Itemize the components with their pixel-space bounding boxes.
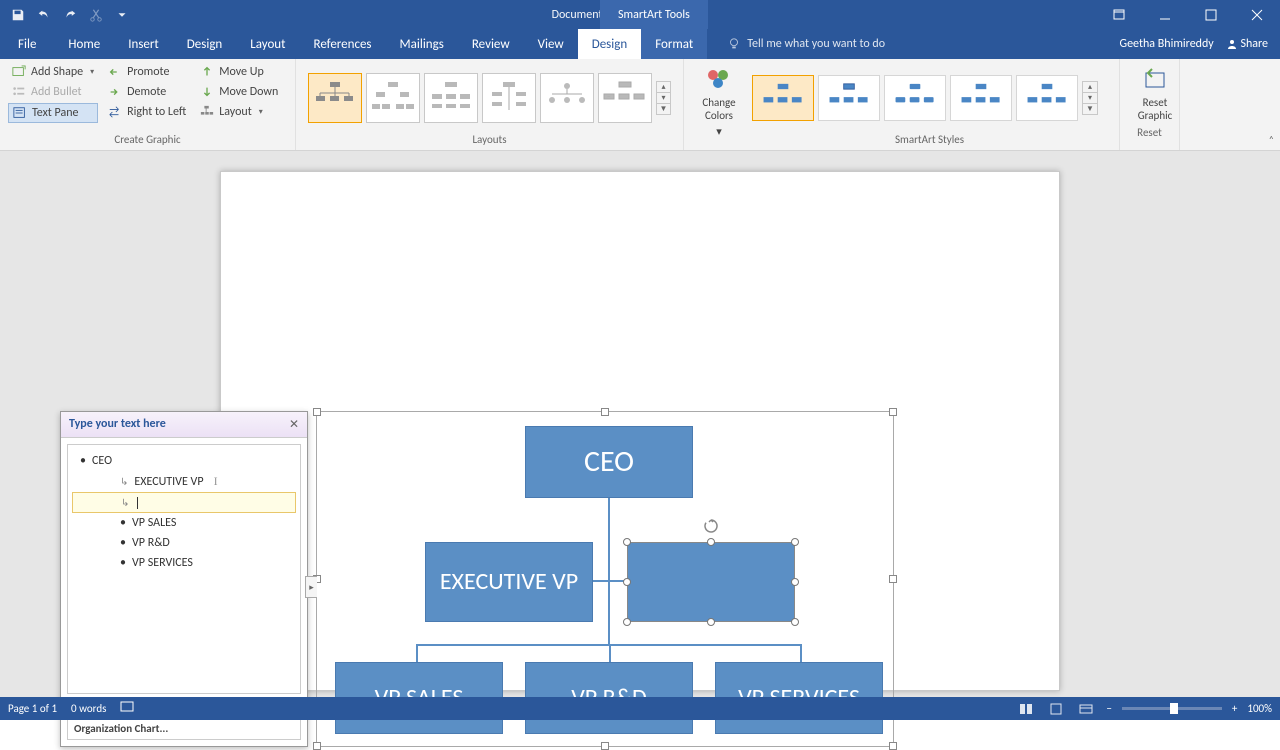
group-label-styles: SmartArt Styles bbox=[748, 133, 1111, 148]
resize-handle[interactable] bbox=[601, 742, 609, 750]
move-down-button[interactable]: Move Down bbox=[196, 83, 282, 101]
layout-thumb-3[interactable] bbox=[424, 73, 478, 123]
group-label-reset: Reset bbox=[1128, 126, 1171, 141]
text-pane-item[interactable]: ↳EXECUTIVE VPI bbox=[72, 471, 296, 492]
text-pane-title: Type your text here bbox=[69, 417, 166, 432]
account-name[interactable]: Geetha Bhimireddy bbox=[1120, 37, 1214, 51]
move-up-button[interactable]: Move Up bbox=[196, 63, 282, 81]
undo-icon[interactable] bbox=[32, 3, 56, 27]
tab-insert[interactable]: Insert bbox=[114, 29, 173, 59]
text-pane-close-icon[interactable]: ✕ bbox=[289, 417, 299, 432]
status-page[interactable]: Page 1 of 1 bbox=[8, 702, 57, 715]
resize-handle[interactable] bbox=[313, 742, 321, 750]
smartart-node-exec-vp[interactable]: EXECUTIVE VP bbox=[425, 542, 593, 622]
view-read-mode-icon[interactable] bbox=[1016, 701, 1036, 717]
text-pane-toggle-icon[interactable]: ▸ bbox=[305, 576, 317, 598]
group-label-layouts: Layouts bbox=[304, 133, 675, 148]
text-pane-list[interactable]: •CEO ↳EXECUTIVE VPI ↳ •VP SALES •VP R&D … bbox=[67, 444, 301, 694]
add-bullet-button: Add Bullet bbox=[8, 83, 98, 101]
promote-button[interactable]: Promote bbox=[104, 63, 190, 81]
zoom-in-icon[interactable]: + bbox=[1232, 702, 1237, 715]
resize-handle[interactable] bbox=[601, 408, 609, 416]
tab-smartart-design[interactable]: Design bbox=[578, 29, 641, 59]
layout-dropdown[interactable]: Layout▾ bbox=[196, 103, 282, 121]
status-words[interactable]: 0 words bbox=[71, 702, 106, 715]
tab-references[interactable]: References bbox=[300, 29, 386, 59]
resize-handle[interactable] bbox=[889, 575, 897, 583]
layout-thumb-5[interactable] bbox=[540, 73, 594, 123]
quick-access-toolbar bbox=[0, 3, 140, 27]
ribbon-tabs: File Home Insert Design Layout Reference… bbox=[0, 29, 1280, 59]
tab-review[interactable]: Review bbox=[458, 29, 524, 59]
smartart-node-ceo[interactable]: CEO bbox=[525, 426, 693, 498]
reset-graphic-button[interactable]: Reset Graphic bbox=[1128, 63, 1182, 126]
layout-thumb-6[interactable]: — bbox=[598, 73, 652, 123]
save-icon[interactable] bbox=[6, 3, 30, 27]
cut-icon[interactable] bbox=[84, 3, 108, 27]
close-icon[interactable] bbox=[1234, 0, 1280, 29]
right-to-left-button[interactable]: Right to Left bbox=[104, 103, 190, 121]
text-pane-item[interactable]: •VP R&D bbox=[72, 533, 296, 553]
tab-file[interactable]: File bbox=[0, 29, 54, 59]
title-bar: Document1 - Word SmartArt Tools bbox=[0, 0, 1280, 29]
style-thumb-1[interactable] bbox=[752, 75, 814, 121]
ribbon-display-options-icon[interactable] bbox=[1096, 0, 1142, 29]
tell-me-search[interactable]: Tell me what you want to do bbox=[707, 29, 1107, 59]
resize-handle[interactable] bbox=[889, 742, 897, 750]
resize-handle[interactable] bbox=[889, 408, 897, 416]
zoom-level[interactable]: 100% bbox=[1247, 702, 1272, 715]
tab-view[interactable]: View bbox=[524, 29, 578, 59]
view-web-layout-icon[interactable] bbox=[1076, 701, 1096, 717]
status-bar: Page 1 of 1 0 words − + 100% bbox=[0, 697, 1280, 720]
document-area: Type your text here ✕ •CEO ↳EXECUTIVE VP… bbox=[0, 151, 1280, 697]
layout-thumb-2[interactable] bbox=[366, 73, 420, 123]
tab-mailings[interactable]: Mailings bbox=[386, 29, 458, 59]
text-pane-item[interactable]: •VP SERVICES bbox=[72, 553, 296, 573]
tab-home[interactable]: Home bbox=[54, 29, 114, 59]
style-thumb-5[interactable] bbox=[1016, 75, 1078, 121]
change-colors-button[interactable]: Change Colors▾ bbox=[692, 63, 746, 142]
tab-smartart-format[interactable]: Format bbox=[641, 29, 707, 59]
text-pane-item[interactable]: •VP SALES bbox=[72, 513, 296, 533]
tab-design[interactable]: Design bbox=[173, 29, 236, 59]
tab-layout[interactable]: Layout bbox=[236, 29, 299, 59]
view-print-layout-icon[interactable] bbox=[1046, 701, 1066, 717]
ribbon: Add Shape▾ Add Bullet Text Pane Promote … bbox=[0, 59, 1280, 151]
text-pane-button[interactable]: Text Pane bbox=[8, 103, 98, 123]
smartart-node-selected-empty[interactable] bbox=[627, 542, 795, 622]
svg-text:—: — bbox=[607, 95, 611, 100]
share-button[interactable]: Share bbox=[1226, 37, 1268, 51]
layout-thumb-4[interactable] bbox=[482, 73, 536, 123]
group-label-create-graphic: Create Graphic bbox=[8, 133, 287, 148]
layouts-gallery-scroll[interactable]: ▴▾▼ bbox=[656, 81, 671, 115]
status-proofing-icon[interactable] bbox=[120, 701, 134, 716]
zoom-out-icon[interactable]: − bbox=[1106, 702, 1111, 715]
text-pane-item[interactable]: •CEO bbox=[72, 451, 296, 471]
customize-qat-icon[interactable] bbox=[110, 3, 134, 27]
style-thumb-3[interactable] bbox=[884, 75, 946, 121]
resize-handle[interactable] bbox=[313, 408, 321, 416]
zoom-slider[interactable] bbox=[1122, 707, 1222, 710]
maximize-icon[interactable] bbox=[1188, 0, 1234, 29]
style-thumb-2[interactable] bbox=[818, 75, 880, 121]
style-thumb-4[interactable] bbox=[950, 75, 1012, 121]
smartart-tools-label: SmartArt Tools bbox=[600, 0, 708, 29]
styles-gallery-scroll[interactable]: ▴▾▼ bbox=[1082, 81, 1098, 115]
text-pane-item-editing[interactable]: ↳ bbox=[72, 492, 296, 513]
demote-button[interactable]: Demote bbox=[104, 83, 190, 101]
add-shape-button[interactable]: Add Shape▾ bbox=[8, 63, 98, 81]
lightbulb-icon bbox=[727, 37, 741, 51]
rotate-handle-icon[interactable] bbox=[702, 517, 720, 535]
collapse-ribbon-icon[interactable]: ˄ bbox=[1269, 133, 1274, 146]
minimize-icon[interactable] bbox=[1142, 0, 1188, 29]
text-pane-footer[interactable]: Organization Chart... bbox=[67, 717, 301, 740]
layout-thumb-1[interactable] bbox=[308, 73, 362, 123]
redo-icon[interactable] bbox=[58, 3, 82, 27]
